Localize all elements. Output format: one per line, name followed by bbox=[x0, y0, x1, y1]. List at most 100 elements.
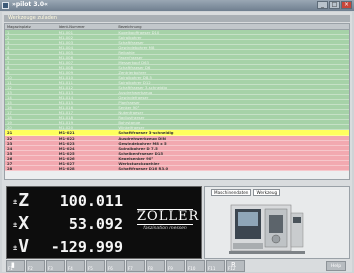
fkey-label: F1 bbox=[8, 266, 13, 271]
table-cell-slot: 16 bbox=[7, 105, 12, 109]
function-key-bar: ▮ F1 F2 F3 F4 F5 F6 F7 F8 F9 F10 F11 R F12 bbox=[2, 260, 352, 272]
table-cell-name: Gewindebohrer M8 x 5 bbox=[118, 141, 167, 145]
tool-table[interactable]: Magazinplatz Ident-Nummer Bezeichnung 1 M… bbox=[4, 23, 350, 180]
table-cell-id: M1-024 bbox=[58, 146, 75, 150]
fkey-label: F8 bbox=[148, 266, 153, 271]
table-cell-id: M1-003 bbox=[58, 40, 74, 44]
fkey-label: F7 bbox=[128, 266, 133, 271]
axis-x-value: 53.092 bbox=[68, 215, 123, 233]
axis-v-label: ±V bbox=[13, 236, 30, 257]
table-cell-id: M1-006 bbox=[58, 55, 74, 59]
table-cell-name: Schaftfraeser D16 R3.0 bbox=[118, 166, 169, 170]
close-button[interactable]: × bbox=[341, 1, 352, 9]
fkey-label: F5 bbox=[88, 266, 93, 271]
table-cell-slot: 24 bbox=[7, 146, 13, 150]
fkey-label: F10 bbox=[188, 266, 196, 271]
table-cell-id: M1-012 bbox=[58, 85, 74, 89]
table-cell-id: M1-002 bbox=[58, 35, 74, 39]
table-cell-id: M1-008 bbox=[58, 65, 74, 69]
table-cell-slot: 11 bbox=[7, 80, 12, 84]
table-cell-id: M1-014 bbox=[58, 95, 74, 99]
window-titlebar: »pilot 3.0« _ □ × bbox=[0, 0, 354, 11]
table-cell-id: M1-015 bbox=[58, 100, 74, 104]
column-header-id[interactable]: Ident-Nummer bbox=[57, 24, 117, 29]
zoller-logo: ZOLLER faszination messen bbox=[137, 209, 200, 231]
table-cell-slot: 2 bbox=[7, 35, 10, 39]
axis-z-label: ±Z bbox=[13, 190, 30, 211]
table-cell-slot: 14 bbox=[7, 95, 12, 99]
fkey-f2[interactable]: F2 bbox=[26, 260, 45, 272]
table-cell-id: M1-009 bbox=[58, 70, 74, 74]
column-header-slot[interactable]: Magazinplatz bbox=[5, 24, 57, 29]
main-window: Werkzeuge zuladen Magazinplatz Ident-Num… bbox=[2, 12, 352, 272]
table-cell-name: Winkelfraeser bbox=[118, 125, 145, 129]
fkey-f11[interactable]: F11 bbox=[206, 260, 225, 272]
brand-name: ZOLLER bbox=[137, 209, 200, 225]
axis-x-row: ±X 53.092 bbox=[13, 214, 123, 234]
table-cell-slot: 26 bbox=[7, 156, 13, 160]
fkey-f12[interactable]: R F12 bbox=[226, 260, 245, 272]
minimize-button[interactable]: _ bbox=[317, 1, 328, 9]
table-cell-name: Kegelsenker 90° bbox=[118, 156, 154, 160]
fkey-f5[interactable]: F5 bbox=[86, 260, 105, 272]
table-cell-name: Scheibenfraeser D15 bbox=[118, 151, 164, 155]
help-button[interactable]: Help bbox=[326, 261, 346, 271]
fkey-f4[interactable]: F4 bbox=[66, 260, 85, 272]
fkey-f6[interactable]: F6 bbox=[106, 260, 125, 272]
table-cell-slot: 18 bbox=[7, 115, 12, 119]
table-cell-id: M1-026 bbox=[58, 156, 75, 160]
maximize-button[interactable]: □ bbox=[329, 1, 340, 9]
table-cell-id: M1-018 bbox=[58, 115, 74, 119]
info-panel: Maschinendaten Werkzeug bbox=[204, 186, 350, 259]
axis-z-row: ±Z 100.011 bbox=[13, 191, 123, 211]
machine-image bbox=[229, 204, 305, 254]
fkey-f10[interactable]: F10 bbox=[186, 260, 205, 272]
fkey-label: F12 bbox=[228, 266, 236, 271]
fkey-f3[interactable]: F3 bbox=[46, 260, 65, 272]
table-cell-id: M1-023 bbox=[58, 141, 75, 145]
fkey-f7[interactable]: F7 bbox=[126, 260, 145, 272]
fkey-f9[interactable]: F9 bbox=[166, 260, 185, 272]
panel-header: Werkzeuge zuladen bbox=[4, 15, 350, 22]
table-cell-slot: 25 bbox=[7, 151, 13, 155]
table-cell-slot: 28 bbox=[7, 166, 13, 170]
window-controls: _ □ × bbox=[317, 1, 352, 9]
table-cell-slot: 15 bbox=[7, 100, 12, 104]
window-title: »pilot 3.0« bbox=[12, 1, 48, 8]
table-cell-name: Spiralbohrer D 7.5 bbox=[118, 146, 158, 150]
table-cell-slot: 9 bbox=[7, 70, 10, 74]
table-cell-slot: 22 bbox=[7, 136, 13, 140]
fkey-label: F4 bbox=[68, 266, 73, 271]
table-cell-id: M1-019 bbox=[58, 120, 74, 124]
table-body: 1 M1-001 Kugelkopffraeser D10 2 M1-002 Spiral… bbox=[5, 30, 349, 171]
fkey-f1[interactable]: ▮ F1 bbox=[6, 260, 25, 272]
fkey-label: F2 bbox=[28, 266, 33, 271]
table-cell-id: M1-010 bbox=[58, 75, 74, 79]
table-cell-name: Gewindefraeser bbox=[118, 95, 149, 99]
table-cell-name: Spiralbohrer bbox=[118, 35, 142, 39]
axis-v-row: ±V -129.999 bbox=[13, 237, 123, 257]
table-cell-slot: 27 bbox=[7, 161, 13, 165]
tab-tool[interactable]: Werkzeug bbox=[253, 189, 281, 196]
table-cell-id: M1-025 bbox=[58, 151, 75, 155]
table-cell-name: Radiusfraeser bbox=[118, 115, 145, 119]
table-cell-name: Werkstueckzaehler bbox=[118, 161, 160, 165]
tab-machine-data[interactable]: Maschinendaten bbox=[211, 189, 252, 196]
table-cell-name: Reibahle bbox=[118, 50, 135, 54]
fkey-f8[interactable]: F8 bbox=[146, 260, 165, 272]
table-cell-name: Schaftfraeser bbox=[118, 40, 144, 44]
table-row[interactable]: 28 M1-028 Schaftfraeser D16 R3.0 bbox=[5, 166, 349, 171]
table-cell-slot: 19 bbox=[7, 120, 12, 124]
table-cell-id: M1-028 bbox=[58, 166, 75, 170]
table-cell-name: Ausdrehwerkzeug bbox=[118, 90, 153, 94]
panel-title: Werkzeuge zuladen bbox=[8, 15, 58, 21]
axis-x-label: ±X bbox=[13, 213, 30, 234]
table-cell-slot: 20 bbox=[7, 125, 12, 129]
table-cell-name: Messerkopf D63 bbox=[118, 60, 149, 64]
table-cell-slot: 8 bbox=[7, 65, 10, 69]
app-icon bbox=[2, 2, 9, 9]
table-cell-slot: 6 bbox=[7, 55, 10, 59]
column-header-name[interactable]: Bezeichnung bbox=[116, 24, 349, 29]
axis-v-value: -129.999 bbox=[50, 238, 123, 256]
table-cell-slot: 3 bbox=[7, 40, 10, 44]
